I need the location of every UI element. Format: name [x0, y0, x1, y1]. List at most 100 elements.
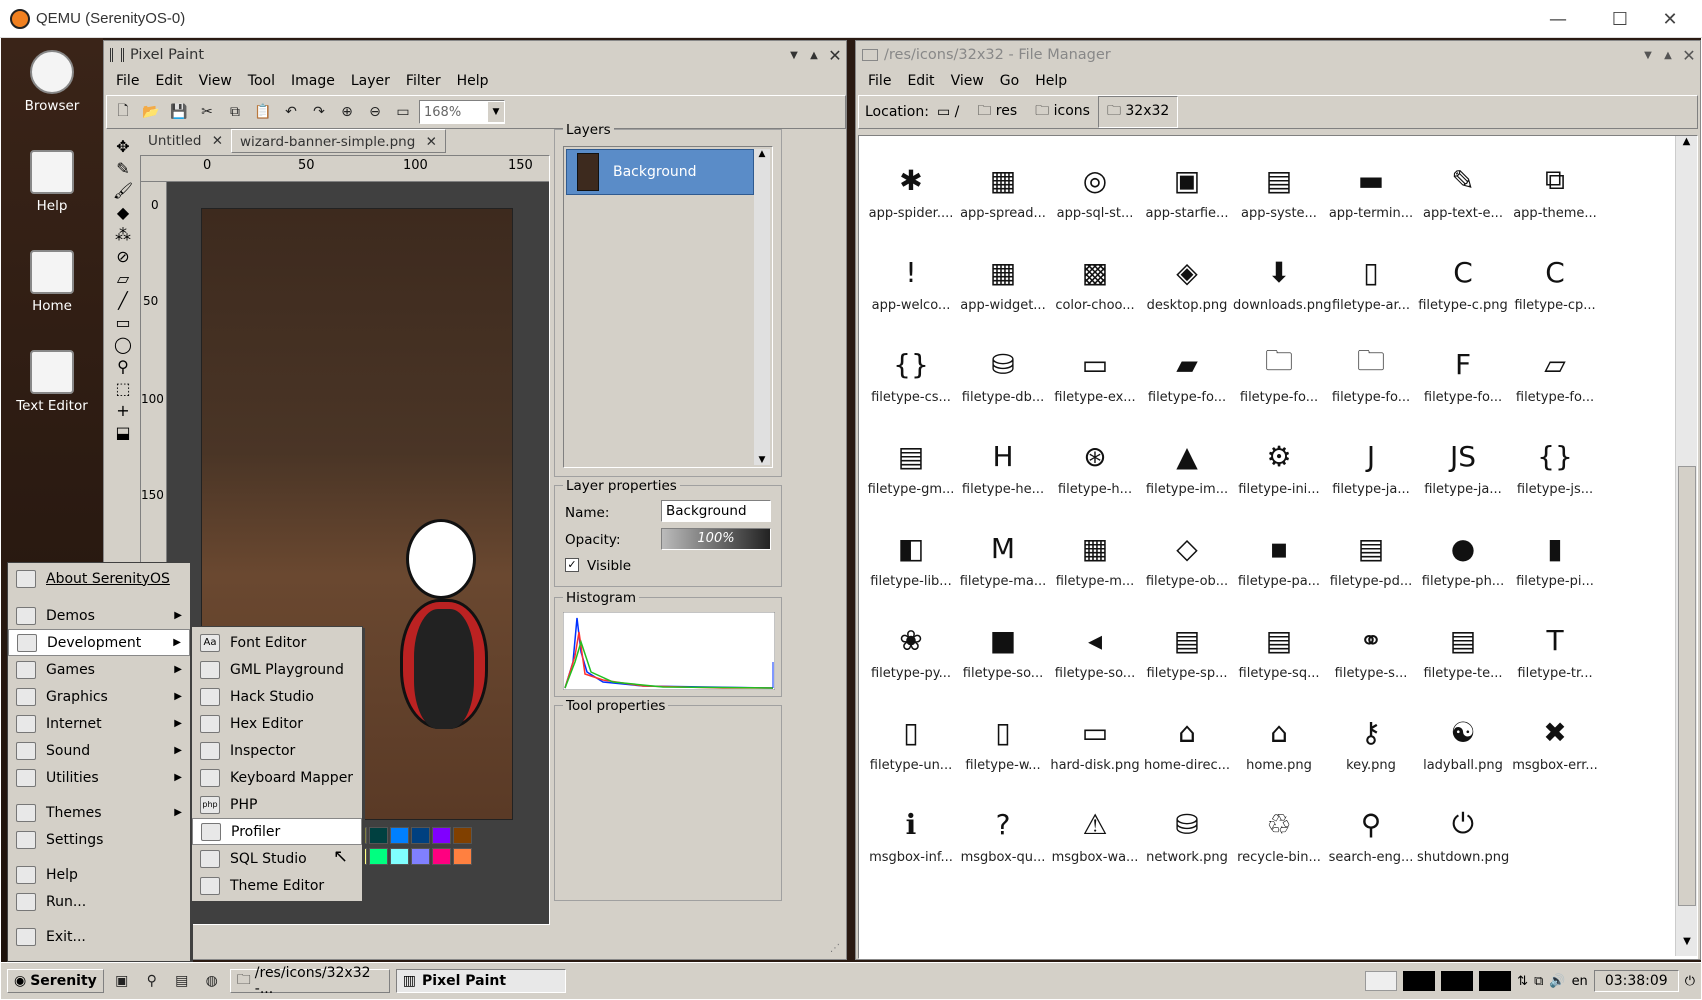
- zoom-out-icon[interactable]: ⊖: [363, 100, 387, 124]
- menu-file[interactable]: File: [108, 73, 147, 89]
- menu-item-theme-editor[interactable]: Theme Editor: [192, 872, 362, 899]
- window-maximize-icon[interactable]: ▲: [1658, 50, 1678, 61]
- menu-edit[interactable]: Edit: [899, 73, 942, 89]
- file-item[interactable]: ◇ filetype-ob...: [1141, 518, 1233, 618]
- file-item[interactable]: Hfiletype-he...: [957, 426, 1049, 526]
- file-item[interactable]: ▲ filetype-im...: [1141, 426, 1233, 526]
- file-item[interactable]: ▭ filetype-ex...: [1049, 334, 1141, 434]
- menu-item-help[interactable]: Help: [8, 861, 190, 888]
- menu-item-profiler[interactable]: Profiler: [192, 818, 362, 845]
- menu-view[interactable]: View: [191, 73, 240, 89]
- layer-name-field[interactable]: Background: [661, 500, 771, 522]
- file-item[interactable]: ● filetype-ph...: [1417, 518, 1509, 618]
- palette-swatch[interactable]: [390, 848, 409, 865]
- bucket-tool-icon[interactable]: ◆: [117, 203, 129, 222]
- zoom-in-icon[interactable]: ⊕: [335, 100, 359, 124]
- file-item[interactable]: ▦ filetype-m...: [1049, 518, 1141, 618]
- file-item[interactable]: ▤ filetype-te...: [1417, 610, 1509, 710]
- file-item[interactable]: ! app-welco...: [865, 242, 957, 342]
- menu-item-graphics[interactable]: Graphics ▶: [8, 683, 190, 710]
- maximize-button[interactable]: ☐: [1596, 4, 1644, 34]
- file-item[interactable]: ⌂ home.png: [1233, 702, 1325, 802]
- file-item[interactable]: ✎ app-text-e...: [1417, 150, 1509, 250]
- menu-item-keyboard-mapper[interactable]: Keyboard Mapper: [192, 764, 362, 791]
- file-item[interactable]: ℹ msgbox-inf...: [865, 794, 957, 894]
- pen-tool-icon[interactable]: ✎: [116, 159, 129, 178]
- file-item[interactable]: ⏻ shutdown.png: [1417, 794, 1509, 894]
- task-file-manager[interactable]: 🗀/res/icons/32x32 -...: [229, 965, 390, 997]
- menu-item-utilities[interactable]: Utilities ▶: [8, 764, 190, 791]
- move-tool-icon[interactable]: ✥: [116, 137, 129, 156]
- file-item[interactable]: ⚠ msgbox-wa...: [1049, 794, 1141, 894]
- file-item[interactable]: ⌂ home-direc...: [1141, 702, 1233, 802]
- file-item[interactable]: ⛁ filetype-db...: [957, 334, 1049, 434]
- start-button[interactable]: ◉ Serenity: [7, 969, 104, 993]
- menu-item-internet[interactable]: Internet ▶: [8, 710, 190, 737]
- menu-item-php[interactable]: php PHP: [192, 791, 362, 818]
- palette-swatch[interactable]: [411, 827, 430, 844]
- chevron-down-icon[interactable]: ▼: [488, 102, 504, 122]
- desktop-icon-home[interactable]: Home: [2, 244, 102, 336]
- menu-filter[interactable]: Filter: [398, 73, 449, 89]
- menu-item-font-editor[interactable]: Aa Font Editor: [192, 629, 362, 656]
- file-item[interactable]: ⚲ search-eng...: [1325, 794, 1417, 894]
- file-item[interactable]: ◂ filetype-so...: [1049, 610, 1141, 710]
- line-tool-icon[interactable]: ╱: [118, 291, 128, 310]
- new-file-icon[interactable]: 🗋: [111, 100, 135, 124]
- volume-icon[interactable]: 🔊: [1549, 974, 1565, 989]
- file-item[interactable]: {} filetype-cs...: [865, 334, 957, 434]
- reset-zoom-icon[interactable]: ▭: [391, 100, 415, 124]
- file-item[interactable]: 🗀 filetype-fo...: [1233, 334, 1325, 434]
- eraser-tool-icon[interactable]: ▱: [117, 269, 129, 288]
- file-item[interactable]: ▯ filetype-w...: [957, 702, 1049, 802]
- file-item[interactable]: ▤ filetype-gm...: [865, 426, 957, 526]
- file-item[interactable]: ▰ filetype-fo...: [1141, 334, 1233, 434]
- breadcrumb-root[interactable]: ▭ /: [937, 104, 959, 120]
- file-item[interactable]: ☯ ladyball.png: [1417, 702, 1509, 802]
- window-close-icon[interactable]: ✕: [824, 46, 846, 65]
- menu-go[interactable]: Go: [992, 73, 1027, 89]
- desktop-icon-browser[interactable]: Browser: [2, 44, 102, 136]
- file-item[interactable]: ▱ filetype-fo...: [1509, 334, 1601, 434]
- menu-help[interactable]: Help: [449, 73, 497, 89]
- file-item[interactable]: ⛁ network.png: [1141, 794, 1233, 894]
- menu-item-themes[interactable]: Themes ▶: [8, 799, 190, 826]
- palette-swatch[interactable]: [411, 848, 430, 865]
- menu-item-games[interactable]: Games ▶: [8, 656, 190, 683]
- quick-launch-terminal-icon[interactable]: ▣: [110, 969, 134, 993]
- guide-tool-icon[interactable]: +: [116, 401, 129, 420]
- file-item[interactable]: ✱ app-spider....: [865, 150, 957, 250]
- file-item[interactable]: ⚷ key.png: [1325, 702, 1417, 802]
- file-item[interactable]: {} filetype-js...: [1509, 426, 1601, 526]
- copy-icon[interactable]: ⧉: [223, 100, 247, 124]
- opacity-slider[interactable]: 100%: [661, 528, 771, 550]
- task-pixel-paint[interactable]: ▥ Pixel Paint: [395, 969, 566, 993]
- file-item[interactable]: ▦ app-widget...: [957, 242, 1049, 342]
- window-minimize-icon[interactable]: ▼: [1638, 50, 1658, 61]
- palette-swatch[interactable]: [369, 848, 388, 865]
- file-item[interactable]: ■ filetype-so...: [957, 610, 1049, 710]
- file-item[interactable]: ▪ filetype-pa...: [1233, 518, 1325, 618]
- menu-tool[interactable]: Tool: [240, 73, 283, 89]
- menu-item-hack-studio[interactable]: Hack Studio: [192, 683, 362, 710]
- quick-launch-search-icon[interactable]: ⚲: [140, 969, 164, 993]
- paste-icon[interactable]: 📋: [251, 100, 275, 124]
- file-item[interactable]: Cfiletype-c.png: [1417, 242, 1509, 342]
- select-tool-icon[interactable]: ⬚: [115, 379, 130, 398]
- file-item[interactable]: ▤ filetype-pd...: [1325, 518, 1417, 618]
- menu-item-sound[interactable]: Sound ▶: [8, 737, 190, 764]
- file-item[interactable]: Jfiletype-ja...: [1325, 426, 1417, 526]
- file-item[interactable]: ✖ msgbox-err...: [1509, 702, 1601, 802]
- close-button[interactable]: ✕: [1646, 4, 1694, 34]
- brush-tool-icon[interactable]: 🖌: [113, 181, 133, 200]
- breadcrumb-icons[interactable]: 🗀 icons: [1035, 100, 1090, 124]
- file-item[interactable]: 🗀 filetype-fo...: [1325, 334, 1417, 434]
- palette-swatch[interactable]: [432, 827, 451, 844]
- show-desktop-icon[interactable]: ⏻: [1685, 974, 1695, 989]
- palette-swatch[interactable]: [369, 827, 388, 844]
- menu-help[interactable]: Help: [1027, 73, 1075, 89]
- menu-item-exit[interactable]: Exit...: [8, 923, 190, 950]
- window-maximize-icon[interactable]: ▲: [804, 50, 824, 61]
- file-item[interactable]: ▯ filetype-ar...: [1325, 242, 1417, 342]
- picker-tool-icon[interactable]: ⊘: [116, 247, 129, 266]
